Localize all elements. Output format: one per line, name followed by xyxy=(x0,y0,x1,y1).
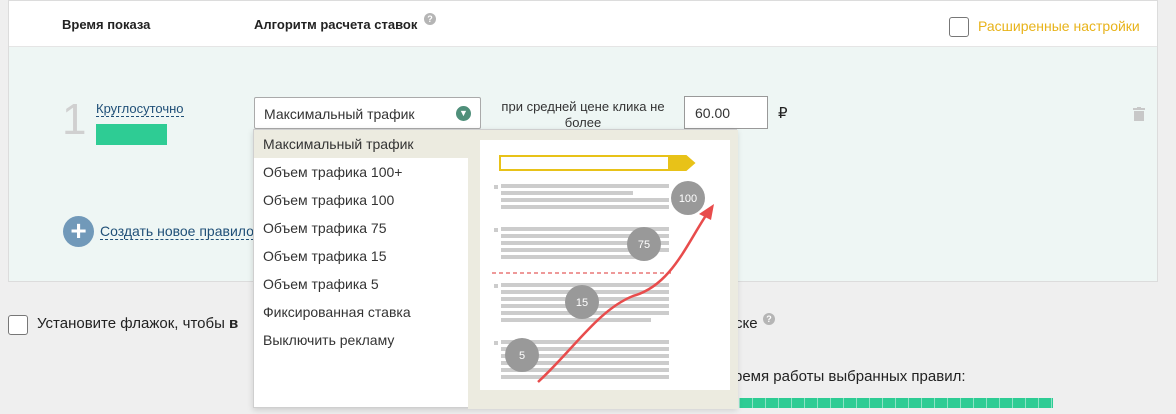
algorithm-selected-value: Максимальный трафик xyxy=(264,106,415,122)
show-time-header: Время показа xyxy=(62,17,151,32)
price-limit-label: при средней цене клика не более xyxy=(501,99,665,130)
preview-marker-75: 75 xyxy=(627,227,661,261)
worktime-bar xyxy=(739,398,1053,408)
preview-marker-5: 5 xyxy=(505,338,539,372)
algorithm-options: Максимальный трафик Объем трафика 100+ О… xyxy=(254,130,470,354)
schedule-indicator xyxy=(96,124,167,145)
option-traffic-75[interactable]: Объем трафика 75 xyxy=(254,214,470,242)
chevron-down-icon: ▼ xyxy=(456,106,471,121)
rule-number: 1 xyxy=(62,95,87,144)
add-rule-icon[interactable]: + xyxy=(63,216,94,247)
preview-marker-100: 100 xyxy=(671,181,705,215)
option-traffic-5[interactable]: Объем трафика 5 xyxy=(254,270,470,298)
svg-text:75: 75 xyxy=(638,239,650,251)
strategy-preview-illustration: 100 75 15 5 xyxy=(468,130,738,409)
algorithm-dropdown: Максимальный трафик Объем трафика 100+ О… xyxy=(253,129,738,409)
option-traffic-100[interactable]: Объем трафика 100 xyxy=(254,186,470,214)
flag-label-tail: ске xyxy=(735,315,758,332)
flag-label: Установите флажок, чтобы в xyxy=(37,315,239,332)
preview-marker-15: 15 xyxy=(565,285,599,319)
option-traffic-100-plus[interactable]: Объем трафика 100+ xyxy=(254,158,470,186)
algorithm-select[interactable]: Максимальный трафик ▼ xyxy=(254,97,481,129)
flag-help-icon[interactable]: ? xyxy=(763,313,775,325)
option-disable-ads[interactable]: Выключить рекламу xyxy=(254,326,470,354)
advanced-settings-checkbox[interactable] xyxy=(949,17,969,37)
trash-icon[interactable] xyxy=(1133,107,1145,121)
algorithm-help-icon[interactable]: ? xyxy=(424,13,436,25)
advanced-settings-label[interactable]: Расширенные настройки xyxy=(978,18,1140,34)
currency-sign: ₽ xyxy=(778,105,788,122)
flag-checkbox[interactable] xyxy=(8,315,28,335)
schedule-link[interactable]: Круглосуточно xyxy=(96,101,184,117)
worktime-label: ремя работы выбранных правил: xyxy=(734,368,966,385)
preview-graphic: 100 75 15 5 xyxy=(480,140,730,390)
svg-text:15: 15 xyxy=(576,297,588,309)
svg-text:5: 5 xyxy=(519,350,525,362)
algorithm-header: Алгоритм расчета ставок xyxy=(254,17,418,32)
panel-header: Время показа Алгоритм расчета ставок ? Р… xyxy=(9,1,1157,47)
option-max-traffic[interactable]: Максимальный трафик xyxy=(254,130,470,158)
svg-text:100: 100 xyxy=(679,193,697,205)
option-fixed-bid[interactable]: Фиксированная ставка xyxy=(254,298,470,326)
create-rule-link[interactable]: Создать новое правило xyxy=(100,223,254,240)
option-traffic-15[interactable]: Объем трафика 15 xyxy=(254,242,470,270)
price-limit-input[interactable]: 60.00 xyxy=(684,96,768,129)
